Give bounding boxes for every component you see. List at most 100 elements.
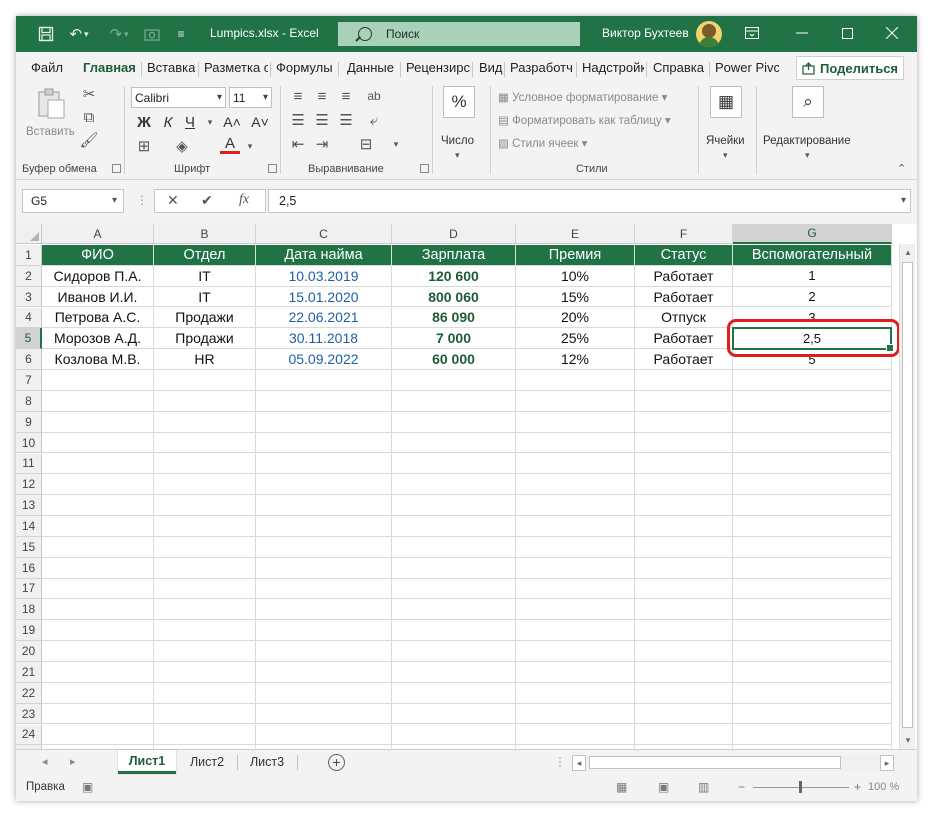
cell[interactable] [516, 578, 635, 600]
cell[interactable] [256, 516, 392, 537]
cell[interactable] [516, 599, 635, 621]
cell[interactable] [42, 620, 154, 642]
cell[interactable] [733, 453, 892, 475]
cell[interactable] [516, 474, 635, 496]
column-header-a[interactable]: A [42, 224, 154, 244]
cell[interactable] [256, 495, 392, 516]
tab-file[interactable]: Файл [31, 60, 63, 75]
tab-splitter-icon[interactable]: ⋮ [554, 755, 566, 769]
horizontal-scrollbar[interactable]: ◂ ▸ [572, 755, 896, 771]
cell[interactable] [42, 557, 154, 579]
scroll-left-icon[interactable]: ◂ [572, 755, 586, 771]
cell[interactable] [516, 411, 635, 433]
normal-view-icon[interactable]: ▦ [616, 780, 627, 794]
cell[interactable] [392, 662, 516, 683]
cell[interactable] [256, 682, 392, 704]
search-icon[interactable]: ⌕ [792, 86, 824, 118]
cell[interactable] [256, 557, 392, 579]
decrease-indent-icon[interactable]: ⇤ [288, 134, 308, 154]
cell[interactable] [392, 557, 516, 579]
row-header[interactable]: 9 [16, 411, 42, 433]
zoom-in-icon[interactable]: + [854, 780, 861, 794]
cell[interactable] [516, 703, 635, 725]
cell[interactable] [42, 724, 154, 746]
table-cell[interactable]: Работает [635, 328, 733, 350]
undo-icon[interactable]: ↶ ▾ [64, 22, 94, 46]
table-cell[interactable]: 30.11.2018 [256, 328, 392, 350]
save-icon[interactable] [34, 22, 58, 46]
cell[interactable] [256, 578, 392, 600]
cell[interactable] [516, 536, 635, 558]
row-header[interactable]: 10 [16, 432, 42, 454]
tab-home[interactable]: Главная [83, 60, 136, 75]
cell[interactable] [42, 495, 154, 516]
tab-view[interactable]: Вид [479, 60, 503, 75]
table-header-cell[interactable]: Статус [635, 245, 733, 266]
column-header-e[interactable]: E [516, 224, 635, 244]
table-cell[interactable]: IT [154, 286, 256, 308]
table-header-cell[interactable]: Дата найма [256, 245, 392, 266]
cell[interactable] [256, 536, 392, 558]
align-left-icon[interactable]: ☰ [288, 110, 308, 130]
cell[interactable] [42, 662, 154, 683]
row-header[interactable]: 15 [16, 536, 42, 558]
name-box[interactable]: G5 ▾ [22, 189, 124, 213]
conditional-formatting-button[interactable]: ▦ Условное форматирование ▾ [498, 90, 667, 104]
chevron-down-icon[interactable]: ▾ [386, 134, 406, 154]
cell[interactable] [635, 432, 733, 454]
row-header[interactable]: 4 [16, 307, 42, 329]
cell[interactable] [392, 516, 516, 537]
scroll-right-icon[interactable]: ▸ [880, 755, 894, 771]
align-right-icon[interactable]: ☰ [336, 110, 356, 130]
table-cell[interactable]: 20% [516, 307, 635, 329]
row-header[interactable]: 18 [16, 599, 42, 621]
format-painter-icon[interactable]: 🖌 [79, 130, 99, 150]
table-header-cell[interactable]: Отдел [154, 245, 256, 266]
table-cell[interactable]: Продажи [154, 307, 256, 329]
cell[interactable] [733, 370, 892, 391]
row-header[interactable]: 3 [16, 286, 42, 308]
row-header[interactable]: 14 [16, 516, 42, 537]
cell[interactable] [256, 641, 392, 662]
font-size-select[interactable]: 11 ▾ [229, 87, 272, 108]
table-cell[interactable]: 25% [516, 328, 635, 350]
table-cell[interactable]: 800 060 [392, 286, 516, 308]
table-header-cell[interactable]: Вспомогательный [733, 245, 892, 266]
chevron-down-icon[interactable]: ▾ [200, 112, 220, 132]
cell[interactable] [256, 370, 392, 391]
table-cell[interactable]: 10% [516, 265, 635, 287]
sheet-tab-2[interactable]: Лист2 [178, 750, 236, 774]
orientation-icon[interactable]: ab [364, 86, 384, 106]
cell[interactable] [516, 724, 635, 746]
table-cell[interactable]: IT [154, 265, 256, 287]
worksheet-grid[interactable]: A B C D E F G 1 2 3 4 5 6 7 8 9 10 11 12 13 14 15 16 17 18 19 20 21… [16, 224, 917, 749]
table-cell[interactable]: 15% [516, 286, 635, 308]
row-header[interactable]: 17 [16, 578, 42, 600]
cell[interactable] [42, 474, 154, 496]
table-cell[interactable]: Козлова М.В. [42, 349, 154, 371]
redo-icon[interactable]: ↷ ▾ [104, 22, 134, 46]
cell[interactable] [733, 495, 892, 516]
cell[interactable] [635, 495, 733, 516]
zoom-out-icon[interactable]: − [738, 780, 745, 794]
column-header-d[interactable]: D [392, 224, 516, 244]
cell[interactable] [42, 578, 154, 600]
cell[interactable] [42, 516, 154, 537]
merge-center-icon[interactable]: ⊟ [356, 134, 376, 154]
cell[interactable] [635, 641, 733, 662]
cell[interactable] [392, 411, 516, 433]
table-cell[interactable]: 2 [733, 286, 892, 308]
cell[interactable] [635, 453, 733, 475]
cell[interactable] [635, 682, 733, 704]
table-cell[interactable]: 15.01.2020 [256, 286, 392, 308]
cell[interactable] [256, 432, 392, 454]
column-header-c[interactable]: C [256, 224, 392, 244]
cell[interactable] [392, 578, 516, 600]
cell[interactable] [154, 703, 256, 725]
camera-icon[interactable] [140, 22, 164, 46]
cell[interactable] [635, 536, 733, 558]
cell[interactable] [154, 390, 256, 412]
zoom-level[interactable]: 100 % [868, 781, 899, 793]
column-header-b[interactable]: B [154, 224, 256, 244]
align-center-icon[interactable]: ☰ [312, 110, 332, 130]
